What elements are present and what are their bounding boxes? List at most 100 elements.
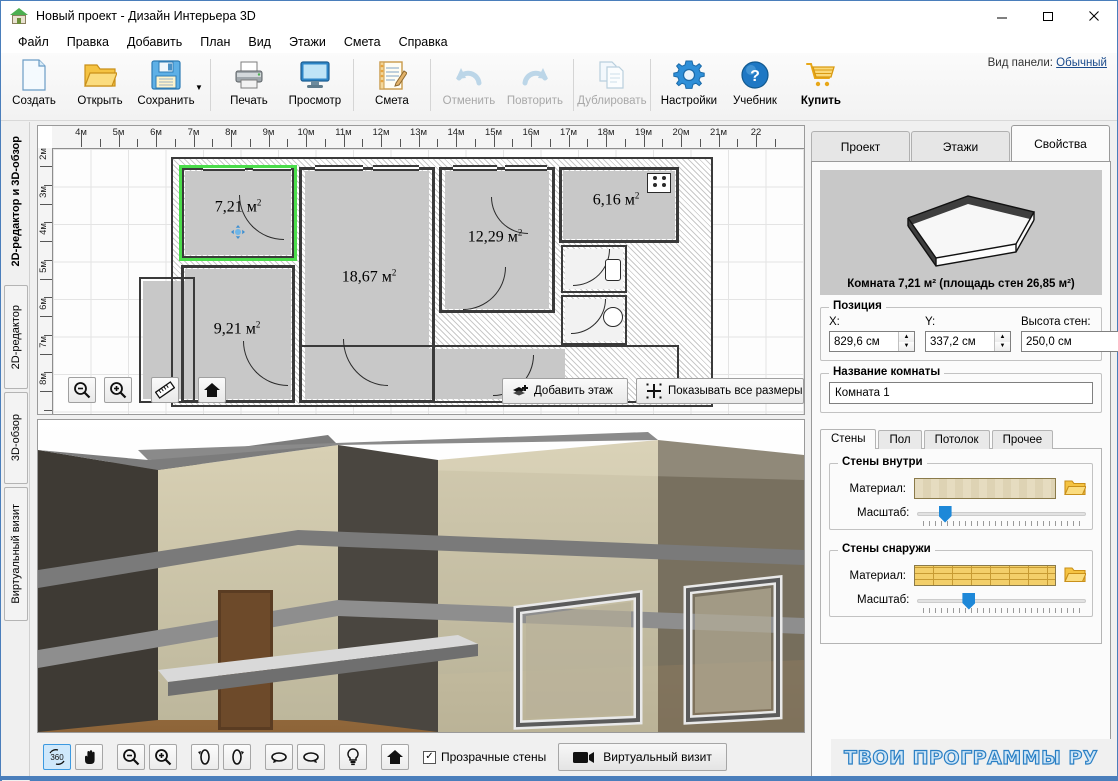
ruler-label: 6м — [150, 127, 162, 138]
ruler-tick-minor — [44, 409, 52, 411]
new-button-label: Создать — [12, 95, 56, 107]
subtab-ceiling-label: Потолок — [934, 434, 979, 446]
x-stepper[interactable]: 829,6 см ▲ ▼ — [829, 331, 915, 352]
maximize-icon[interactable] — [1025, 1, 1071, 31]
orbit-left-button[interactable] — [265, 744, 293, 770]
wall-height-stepper[interactable]: 250,0 см ▲ ▼ — [1021, 331, 1118, 352]
view3d-zoom-in-button[interactable] — [149, 744, 177, 770]
rotate-360-button[interactable]: 360 — [43, 744, 71, 770]
sidebar-item-3d-view[interactable]: 3D-обзор — [4, 392, 28, 484]
tab-properties[interactable]: Свойства — [1011, 125, 1110, 161]
menu-item-estimate[interactable]: Смета — [335, 32, 390, 52]
rotate-right-button[interactable] — [223, 744, 251, 770]
wall-height-value[interactable]: 250,0 см — [1022, 332, 1118, 351]
walls-inside-swatch[interactable] — [914, 478, 1056, 499]
new-button[interactable]: Создать — [1, 53, 67, 117]
spin-up-icon[interactable]: ▲ — [899, 332, 914, 342]
tab-project[interactable]: Проект — [811, 131, 910, 161]
window-mark — [373, 165, 419, 171]
save-button[interactable]: Сохранить — [133, 53, 199, 117]
x-spin-arrows[interactable]: ▲ ▼ — [898, 332, 914, 351]
menu-item-view[interactable]: Вид — [239, 32, 280, 52]
subtab-floor[interactable]: Пол — [878, 430, 922, 449]
x-field: X: 829,6 см ▲ ▼ — [829, 316, 915, 352]
tab-floors[interactable]: Этажи — [911, 131, 1010, 161]
menu-item-floors[interactable]: Этажи — [280, 32, 335, 52]
minimize-icon[interactable] — [979, 1, 1025, 31]
window-mark — [453, 165, 497, 171]
close-icon[interactable] — [1071, 1, 1117, 31]
lighting-button[interactable] — [339, 744, 367, 770]
open-button[interactable]: Открыть — [67, 53, 133, 117]
room-preview: Комната 7,21 м² (площадь стен 26,85 м²) — [820, 170, 1102, 295]
move-handle-icon[interactable] — [231, 225, 245, 239]
sidebar-item-2d-3d[interactable]: 2D-редактор и 3D-обзор — [4, 122, 28, 280]
zoom-out-icon — [74, 382, 91, 399]
floor-plan-canvas[interactable]: 7,21 м2 18,67 м2 9,21 м2 12,29 м2 6,16 м… — [53, 149, 804, 414]
subtab-floor-label: Пол — [889, 434, 911, 446]
sidebar-item-2d-editor[interactable]: 2D-редактор — [4, 285, 28, 389]
plan-zoom-in-button[interactable] — [104, 377, 132, 403]
ruler-tick-minor — [474, 139, 476, 147]
y-value[interactable]: 337,2 см — [926, 332, 994, 351]
duplicate-button[interactable]: Дублировать — [577, 53, 647, 117]
room-label-6-16: 6,16 м2 — [592, 190, 640, 209]
buy-button[interactable]: Купить — [788, 53, 854, 117]
redo-button[interactable]: Повторить — [502, 53, 568, 117]
menu-item-edit[interactable]: Правка — [58, 32, 118, 52]
ruler-tick — [40, 391, 52, 392]
walls-outside-scale-slider[interactable] — [917, 592, 1086, 613]
spin-down-icon[interactable]: ▼ — [995, 341, 1010, 351]
tutorial-button[interactable]: ? Учебник — [722, 53, 788, 117]
menu-item-file[interactable]: Файл — [9, 32, 58, 52]
view3d-zoom-out-button[interactable] — [117, 744, 145, 770]
settings-button[interactable]: Настройки — [656, 53, 722, 117]
x-value[interactable]: 829,6 см — [830, 332, 898, 351]
menu-item-plan[interactable]: План — [191, 32, 239, 52]
subtab-ceiling[interactable]: Потолок — [923, 430, 990, 449]
virtual-visit-button[interactable]: Виртуальный визит — [558, 743, 727, 771]
preview-button[interactable]: Просмотр — [282, 53, 348, 117]
sidebar-item-virtual-visit[interactable]: Виртуальный визит — [4, 487, 28, 621]
spin-down-icon[interactable]: ▼ — [899, 341, 914, 351]
plan-measure-button[interactable] — [151, 377, 179, 403]
room-preview-caption: Комната 7,21 м² (площадь стен 26,85 м²) — [820, 273, 1102, 295]
estimate-button[interactable]: Смета — [359, 53, 425, 117]
rotate-left-button[interactable] — [191, 744, 219, 770]
position-group: Позиция X: 829,6 см ▲ ▼ Y: 337,2 см ▲ ▼ … — [820, 300, 1118, 361]
y-stepper[interactable]: 337,2 см ▲ ▼ — [925, 331, 1011, 352]
view3d-home-button[interactable] — [381, 744, 409, 770]
properties-body: Комната 7,21 м² (площадь стен 26,85 м²) … — [811, 161, 1118, 777]
spin-up-icon[interactable]: ▲ — [995, 332, 1010, 342]
x-label: X: — [829, 316, 840, 328]
walls-outside-browse-button[interactable] — [1064, 565, 1087, 586]
ruler-tick-minor — [587, 139, 589, 147]
print-button[interactable]: Печать — [216, 53, 282, 117]
menu-item-add[interactable]: Добавить — [118, 32, 191, 52]
room-name-input[interactable]: Комната 1 — [829, 382, 1093, 404]
panel-view-value[interactable]: Обычный — [1056, 57, 1107, 69]
walls-inside-browse-button[interactable] — [1064, 478, 1087, 499]
chevron-down-icon[interactable]: ▼ — [195, 83, 203, 92]
stove-burner — [662, 183, 666, 187]
main-toolbar: Создать Открыть Сохранить ▼ Печать Просм… — [1, 53, 1117, 121]
menu-item-help[interactable]: Справка — [390, 32, 457, 52]
view-3d-canvas[interactable] — [37, 419, 805, 733]
pan-button[interactable] — [75, 744, 103, 770]
ruler-tick-minor — [249, 139, 251, 147]
add-floor-button[interactable]: Добавить этаж — [502, 378, 628, 404]
walls-inside-scale-slider[interactable] — [917, 505, 1086, 526]
plan-zoom-out-button[interactable] — [68, 377, 96, 403]
walls-outside-swatch[interactable] — [914, 565, 1056, 586]
stove-icon — [647, 173, 671, 193]
home-icon — [387, 750, 403, 764]
y-spin-arrows[interactable]: ▲ ▼ — [994, 332, 1010, 351]
transparent-walls-checkbox[interactable]: ✓ Прозрачные стены — [423, 750, 546, 764]
orbit-right-button[interactable] — [297, 744, 325, 770]
show-all-sizes-button[interactable]: Показывать все размеры — [636, 378, 804, 404]
subtab-walls[interactable]: Стены — [820, 429, 877, 449]
subtab-other[interactable]: Прочее — [991, 430, 1054, 449]
save-floppy-icon — [151, 58, 181, 92]
plan-home-button[interactable] — [198, 377, 226, 403]
undo-button[interactable]: Отменить — [436, 53, 502, 117]
